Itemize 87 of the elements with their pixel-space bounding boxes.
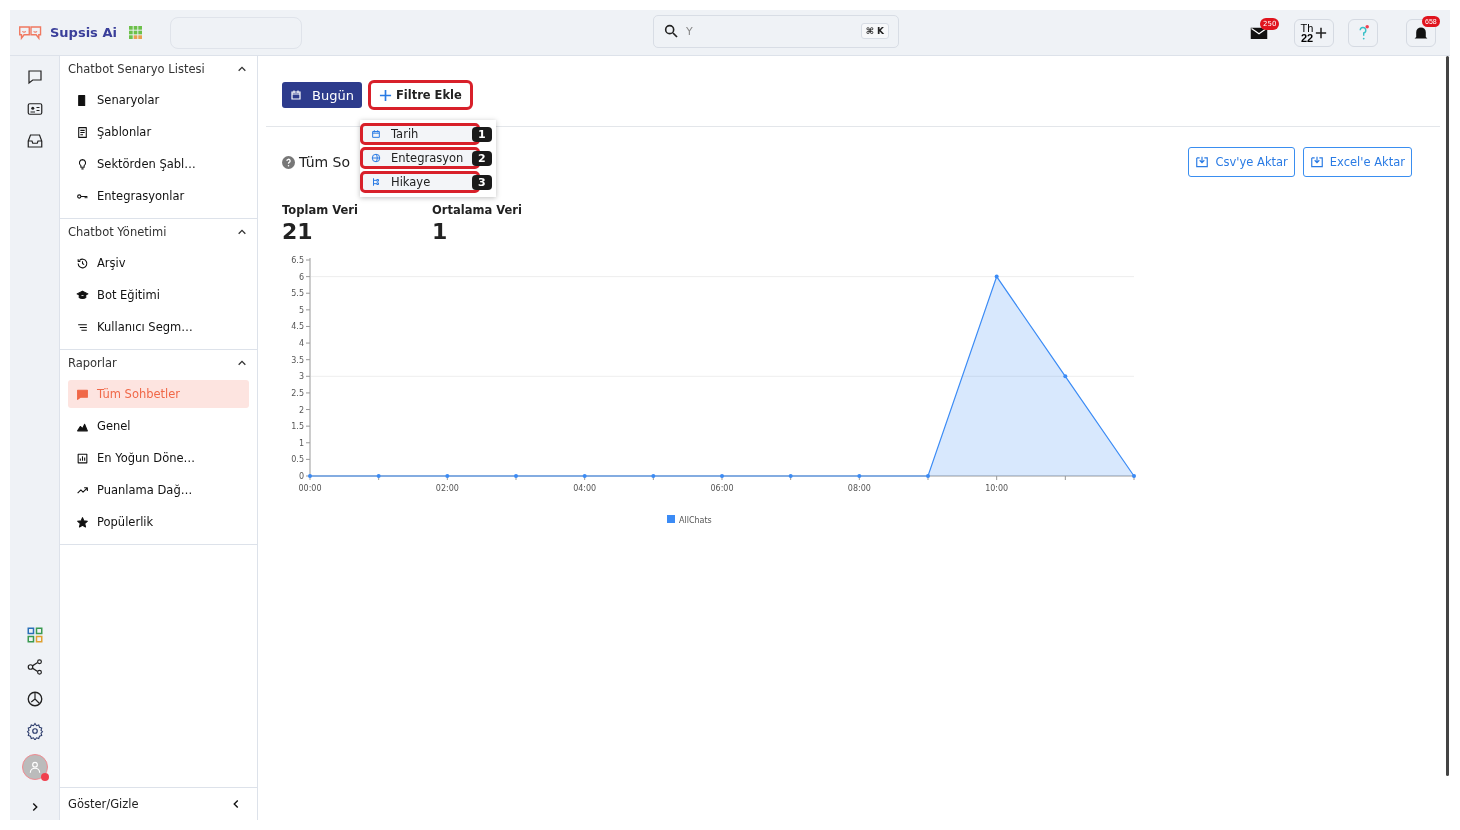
download-icon	[1195, 155, 1210, 169]
plus-icon	[378, 88, 392, 102]
axis-label: 08:00	[847, 484, 871, 493]
logo-icon	[18, 23, 44, 42]
section-header[interactable]: Chatbot Yönetimi	[60, 219, 257, 245]
axis-label: 6	[298, 272, 304, 282]
axis-label: 3.5	[291, 355, 304, 365]
legend-swatch	[667, 515, 675, 523]
axis-label: 6.5	[291, 256, 304, 265]
sidebar-item[interactable]: Puanlama Dağ…	[68, 476, 249, 504]
bell-icon	[1413, 24, 1429, 41]
inbox-icon[interactable]	[25, 132, 44, 150]
calendar-icon	[290, 89, 302, 101]
add-filter-button[interactable]: Filtre Ekle	[367, 80, 473, 110]
share-icon[interactable]	[25, 658, 44, 676]
sidebar-item[interactable]: Sektörden Şabl…	[68, 150, 249, 178]
today-button[interactable]: Bugün	[282, 82, 362, 108]
download-icon	[1309, 155, 1324, 169]
stat-value: 1	[432, 219, 449, 244]
axis-label: 02:00	[435, 484, 459, 493]
calendar-button[interactable]: Th 22	[1294, 18, 1334, 47]
sidebar-item[interactable]: Arşiv	[68, 249, 249, 277]
sidebar-item[interactable]: En Yoğun Döne…	[68, 444, 249, 472]
stat-value: 21	[282, 219, 314, 244]
axis-label: 1	[298, 438, 304, 448]
status-dot	[40, 773, 49, 781]
scrollbar[interactable]	[1446, 56, 1449, 776]
step-number: 3	[472, 174, 492, 190]
shortcut-key: ⌘ K	[860, 23, 889, 39]
axis-label: 5	[298, 305, 304, 315]
axis-label: 06:00	[710, 484, 734, 493]
axis-label: 3	[298, 372, 304, 382]
section-header[interactable]: Raporlar	[60, 350, 257, 376]
step-number: 2	[472, 150, 492, 166]
legend-label: AllChats	[679, 516, 712, 525]
brand-name: Supsis Ai	[50, 25, 117, 40]
chevron-icon	[237, 227, 247, 237]
axis-label: 04:00	[573, 484, 597, 493]
sidebar-item[interactable]: Senaryolar	[68, 86, 249, 114]
calendar-icon	[371, 129, 381, 139]
filter-option[interactable]: Tarih	[360, 123, 480, 145]
chat-icon	[76, 387, 89, 401]
star-icon	[76, 515, 89, 529]
stat-label: Ortalama Veri	[432, 203, 523, 217]
section-header[interactable]: Chatbot Senaryo Listesi	[60, 56, 257, 82]
step-number: 1	[472, 126, 492, 142]
report-title: Tüm So	[299, 154, 351, 170]
sidebar-item[interactable]: Entegrasyonlar	[68, 182, 249, 210]
user-avatar[interactable]	[21, 754, 48, 780]
axis-label: 2	[298, 405, 304, 415]
search-icon	[663, 23, 679, 39]
lightbulb-icon	[76, 157, 89, 171]
plus-icon	[1315, 26, 1328, 39]
sidebar-item[interactable]: Popülerlik	[68, 508, 249, 536]
export-button[interactable]: Csv'ye Aktar	[1188, 147, 1295, 177]
flow-icon	[371, 177, 381, 187]
axis-label: 4.5	[291, 322, 304, 332]
sidebar-item[interactable]: Şablonlar	[68, 118, 249, 146]
globe-icon	[371, 153, 381, 163]
settings-icon[interactable]	[25, 722, 44, 740]
axis-label: 5.5	[291, 289, 304, 299]
toggle-label: Göster/Gizle	[68, 797, 139, 811]
grid-icon[interactable]	[25, 626, 44, 644]
chevron-icon	[237, 358, 247, 368]
filter-option[interactable]: Entegrasyon	[360, 147, 480, 169]
chevron-icon	[237, 64, 247, 74]
bar-chart-icon	[76, 451, 89, 465]
axis-label: 10:00	[985, 484, 1009, 493]
document-icon	[76, 125, 89, 139]
axis-label: 2.5	[291, 388, 304, 398]
mail-icon[interactable]	[1250, 25, 1268, 40]
axis-label: 0.5	[291, 455, 304, 465]
sidebar-item[interactable]: Genel	[68, 412, 249, 440]
axis-label: 00:00	[298, 484, 322, 493]
graduation-cap-icon	[76, 288, 89, 302]
export-button[interactable]: Excel'e Aktar	[1302, 147, 1412, 177]
contact-card-icon[interactable]	[25, 100, 44, 118]
axis-label: 1.5	[291, 422, 304, 432]
sidebar-item[interactable]: Bot Eğitimi	[68, 281, 249, 309]
history-icon	[76, 256, 89, 270]
axis-label: 0	[298, 472, 304, 481]
chat-icon[interactable]	[25, 68, 44, 86]
axis-label: 4	[298, 339, 304, 349]
sidebar-item[interactable]: Kullanıcı Segm…	[68, 313, 249, 341]
person-icon	[27, 760, 42, 774]
help-icon	[282, 155, 295, 169]
stat-label: Toplam Veri	[282, 203, 359, 217]
